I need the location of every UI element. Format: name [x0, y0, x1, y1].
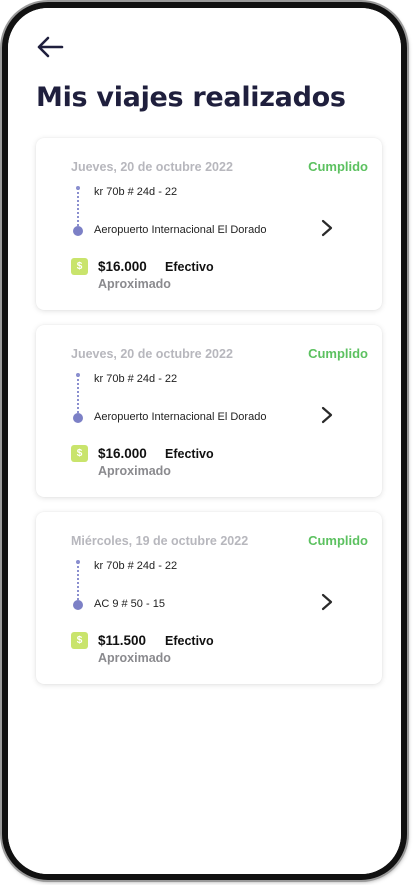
trip-origin: kr 70b # 24d - 22 [94, 373, 178, 385]
route-line [77, 375, 79, 416]
destination-dot-icon [73, 600, 83, 610]
price-approx-label: Aproximado [98, 277, 171, 291]
trip-list: Jueves, 20 de octubre 2022 Cumplido kr 7… [36, 138, 382, 699]
trip-card[interactable]: Miércoles, 19 de octubre 2022 Cumplido k… [36, 512, 382, 684]
trip-card[interactable]: Jueves, 20 de octubre 2022 Cumplido kr 7… [36, 138, 382, 310]
destination-dot-icon [73, 413, 83, 423]
trip-status: Cumplido [308, 159, 368, 174]
chevron-right-icon[interactable] [320, 405, 334, 425]
trip-destination: Aeropuerto Internacional El Dorado [94, 411, 267, 423]
back-button[interactable] [36, 34, 66, 60]
trips-screen: Mis viajes realizados Jueves, 20 de octu… [8, 8, 401, 874]
payment-method: Efectivo [165, 260, 214, 274]
trip-origin: kr 70b # 24d - 22 [94, 186, 178, 198]
payment-method: Efectivo [165, 447, 214, 461]
trip-price: $16.000 [98, 259, 147, 274]
trip-status: Cumplido [308, 533, 368, 548]
chevron-right-icon[interactable] [320, 218, 334, 238]
destination-dot-icon [73, 226, 83, 236]
price-badge-icon: $ [71, 632, 88, 649]
trip-status: Cumplido [308, 346, 368, 361]
trip-date: Miércoles, 19 de octubre 2022 [71, 534, 249, 548]
route-line [77, 562, 79, 603]
route-line [77, 188, 79, 229]
trip-date: Jueves, 20 de octubre 2022 [71, 347, 233, 361]
price-badge-icon: $ [71, 258, 88, 275]
price-approx-label: Aproximado [98, 651, 171, 665]
chevron-right-icon[interactable] [320, 592, 334, 612]
trip-destination: Aeropuerto Internacional El Dorado [94, 224, 267, 236]
phone-screen: Mis viajes realizados Jueves, 20 de octu… [2, 2, 407, 880]
trip-origin: kr 70b # 24d - 22 [94, 560, 178, 572]
device-frame: Mis viajes realizados Jueves, 20 de octu… [0, 0, 413, 885]
trip-destination: AC 9 # 50 - 15 [94, 598, 165, 610]
trip-date: Jueves, 20 de octubre 2022 [71, 160, 233, 174]
price-approx-label: Aproximado [98, 464, 171, 478]
arrow-left-icon [37, 36, 64, 58]
trip-price: $11.500 [98, 633, 147, 648]
trip-card[interactable]: Jueves, 20 de octubre 2022 Cumplido kr 7… [36, 325, 382, 497]
page-title: Mis viajes realizados [36, 82, 346, 113]
trip-price: $16.000 [98, 446, 147, 461]
payment-method: Efectivo [165, 634, 214, 648]
price-badge-icon: $ [71, 445, 88, 462]
